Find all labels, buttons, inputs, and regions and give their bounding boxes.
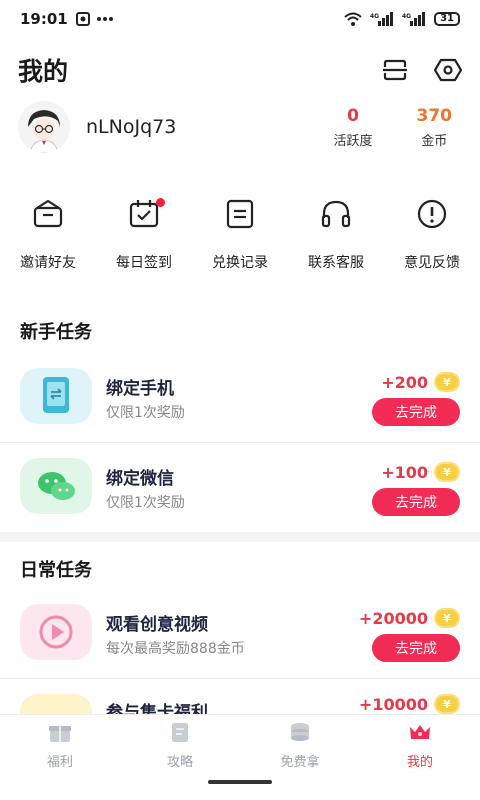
quick-menu: 邀请好友 每日签到 兑换记录 联系客服 意见反馈 <box>0 196 480 272</box>
reward-amount: +10000 <box>358 694 428 714</box>
quick-label-feedback: 意见反馈 <box>404 255 460 271</box>
profile-card[interactable]: nLNoJq73 0 活跃度 370 金币 <box>18 100 462 154</box>
reward-amount: +20000 <box>358 608 428 628</box>
task-subtitle: 仅限1次奖励 <box>106 405 185 421</box>
task-subtitle: 仅限1次奖励 <box>106 495 185 511</box>
quick-item-feedback[interactable]: 意见反馈 <box>384 196 480 272</box>
network-label-1: 4G <box>370 13 379 20</box>
stat-coins-label: 金币 <box>421 133 448 149</box>
page-header: 我的 <box>18 48 462 92</box>
network-label-2: 4G <box>402 13 411 20</box>
list-record-icon <box>226 199 254 229</box>
username: nLNoJq73 <box>86 116 177 138</box>
task-title: 绑定微信 <box>106 469 174 489</box>
avatar-illustration <box>18 101 70 153</box>
tab-label: 福利 <box>46 755 73 770</box>
page-title: 我的 <box>18 57 69 86</box>
phone-bind-icon <box>20 368 92 424</box>
task-subtitle: 每次最高奖励888金币 <box>106 641 245 657</box>
bottom-tab-bar: 福利 攻略 免费拿 我的 <box>0 714 480 800</box>
quick-item-checkin[interactable]: 每日签到 <box>96 196 192 272</box>
complete-button[interactable]: 去完成 <box>372 488 460 516</box>
task-title: 绑定手机 <box>106 379 174 399</box>
scan-icon[interactable] <box>382 59 408 81</box>
stat-activity-label: 活跃度 <box>333 133 373 149</box>
task-row-card-collect: 参与集卡福利 +10000 ¥ <box>0 684 480 714</box>
stat-coins-value: 370 <box>416 105 453 126</box>
card-icon <box>20 694 92 714</box>
complete-button[interactable]: 去完成 <box>372 634 460 662</box>
tab-free[interactable]: 免费拿 <box>240 715 360 775</box>
task-reward: +100 ¥ <box>381 462 460 482</box>
status-time: 19:01 <box>20 10 68 28</box>
quick-label-support: 联系客服 <box>308 255 364 271</box>
task-row-bind-phone: 绑定手机 仅限1次奖励 +200 ¥ 去完成 <box>0 358 480 448</box>
tab-welfare[interactable]: 福利 <box>0 715 120 775</box>
signal-icon-1: 4G <box>370 12 394 26</box>
quick-label-invite: 邀请好友 <box>20 255 76 271</box>
task-reward: +20000 ¥ <box>359 608 460 628</box>
quick-item-invite[interactable]: 邀请好友 <box>0 196 96 272</box>
signal-icon-2: 4G <box>402 12 426 26</box>
invite-icon <box>33 199 63 228</box>
home-indicator[interactable] <box>208 780 272 784</box>
quick-item-support[interactable]: 联系客服 <box>288 196 384 272</box>
quick-label-records: 兑换记录 <box>212 255 268 271</box>
coins-icon <box>291 723 309 741</box>
wechat-icon <box>20 458 92 514</box>
tab-guide[interactable]: 攻略 <box>120 715 240 775</box>
coin-icon: ¥ <box>434 694 460 714</box>
complete-button[interactable]: 去完成 <box>372 398 460 426</box>
stat-activity-value: 0 <box>347 105 359 126</box>
play-video-icon <box>20 604 92 660</box>
coin-icon: ¥ <box>434 372 460 392</box>
quick-label-checkin: 每日签到 <box>116 255 172 271</box>
tab-label: 免费拿 <box>280 755 320 770</box>
stat-activity[interactable]: 0 活跃度 <box>333 106 372 149</box>
reward-amount: +200 <box>381 372 428 392</box>
gift-icon <box>49 726 71 742</box>
more-dots-icon <box>96 17 113 21</box>
coin-icon: ¥ <box>434 462 460 482</box>
status-bar: 19:01 4G 4G 31 <box>0 0 480 38</box>
section-title-newbie: 新手任务 <box>20 322 92 343</box>
coin-icon: ¥ <box>434 608 460 628</box>
headphones-icon <box>321 200 351 228</box>
task-reward: +10000 ¥ <box>359 694 460 714</box>
alert-circle-icon <box>417 199 447 229</box>
task-title: 观看创意视频 <box>106 615 208 635</box>
section-separator <box>0 532 480 542</box>
row-divider <box>0 442 480 443</box>
tab-mine[interactable]: 我的 <box>360 715 480 775</box>
battery-indicator: 31 <box>434 12 460 26</box>
tab-label: 我的 <box>406 755 433 770</box>
stat-coins[interactable]: 370 金币 <box>417 106 453 149</box>
wifi-icon <box>344 12 362 26</box>
quick-item-records[interactable]: 兑换记录 <box>192 196 288 272</box>
crown-icon <box>410 725 430 739</box>
checkin-badge-dot <box>156 198 165 207</box>
task-row-bind-wechat: 绑定微信 仅限1次奖励 +100 ¥ 去完成 <box>0 448 480 538</box>
task-row-watch-video: 观看创意视频 每次最高奖励888金币 +20000 ¥ 去完成 <box>0 594 480 684</box>
task-reward: +200 ¥ <box>381 372 460 392</box>
task-title: 参与集卡福利 <box>106 703 208 714</box>
reward-amount: +100 <box>381 462 428 482</box>
tab-label: 攻略 <box>166 755 193 770</box>
row-divider <box>0 678 480 679</box>
notification-icon <box>75 12 90 26</box>
settings-icon[interactable] <box>434 58 462 82</box>
guide-icon <box>172 723 188 742</box>
section-title-daily: 日常任务 <box>20 560 92 581</box>
avatar[interactable] <box>18 101 70 153</box>
